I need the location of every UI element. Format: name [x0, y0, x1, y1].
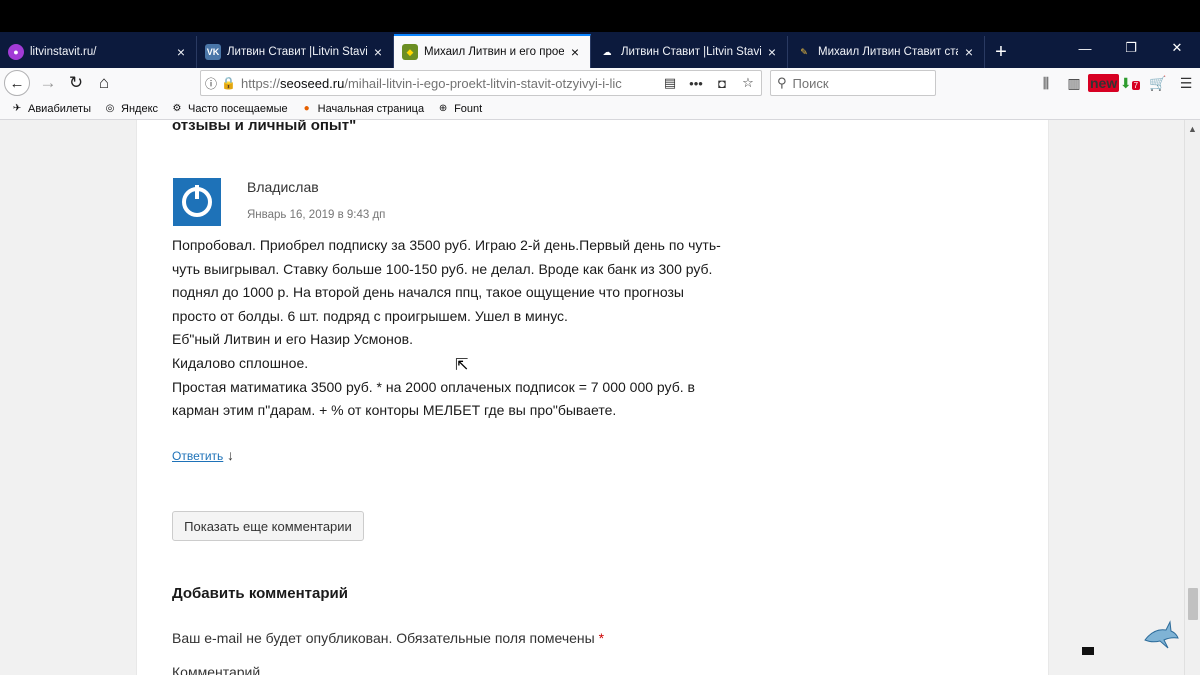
screen-top-border: [0, 0, 1200, 32]
comment-field-label: Комментарий: [172, 664, 261, 675]
article-content: отзывы и личный опыт" Владислав Январь 1…: [136, 120, 1049, 675]
search-icon: ⚲: [777, 75, 787, 90]
scroll-up-icon[interactable]: ▲: [1188, 124, 1197, 134]
section-heading: отзывы и личный опыт": [172, 120, 357, 134]
comment-body: Попробовал. Приобрел подписку за 3500 ру…: [172, 234, 732, 423]
bookmarks-toolbar: ✈ Авиабилеты ◎ Яндекс ⚙ Часто посещаемые…: [0, 98, 1200, 120]
url-text[interactable]: https://seoseed.ru/mihail-litvin-i-ego-p…: [237, 76, 657, 91]
comment-author: Владислав: [247, 179, 319, 195]
close-tab-icon[interactable]: ×: [765, 44, 779, 60]
tab-seoseed-active[interactable]: ◆ Михаил Литвин и его проект « ×: [394, 34, 591, 68]
close-tab-icon[interactable]: ×: [568, 44, 582, 60]
tab-title: Михаил Литвин и его проект «: [424, 46, 564, 58]
scrollbar-thumb[interactable]: [1188, 588, 1198, 620]
comment-line: Еб"ный Литвин и его Назир Усмонов.: [172, 331, 413, 348]
address-bar[interactable]: ⓘ 🔒 https://seoseed.ru/mihail-litvin-i-e…: [200, 70, 762, 96]
tab-title: Литвин Ставит |Litvin Stavit| Пр: [621, 46, 761, 58]
litvinstavit-favicon: ●: [8, 44, 24, 60]
bookmark-yandex[interactable]: ◎ Яндекс: [103, 102, 158, 116]
pen-favicon: ✎: [800, 46, 808, 57]
menu-icon[interactable]: ☰: [1172, 75, 1200, 92]
bookmark-fount[interactable]: ⊕ Fount: [436, 102, 482, 116]
avatar: [173, 178, 221, 226]
forward-button[interactable]: →: [34, 69, 62, 97]
bookmark-most-visited[interactable]: ⚙ Часто посещаемые: [170, 102, 288, 116]
reply-link[interactable]: Ответить: [172, 449, 223, 463]
cart-icon[interactable]: 🛒: [1144, 75, 1172, 92]
comment-line: Простая матиматика 3500 руб. * на 2000 о…: [172, 378, 695, 395]
page-viewport: отзывы и личный опыт" Владислав Январь 1…: [0, 120, 1184, 675]
library-icon[interactable]: ⫼: [1032, 75, 1060, 92]
close-window-icon[interactable]: ✕: [1154, 40, 1200, 56]
reply-arrow-icon: ↓: [227, 447, 234, 463]
window-controls: — ❐ ✕: [1062, 32, 1200, 64]
lock-icon[interactable]: 🔒: [221, 76, 237, 90]
search-bar[interactable]: ⚲ Поиск: [770, 70, 936, 96]
required-asterisk: *: [598, 630, 605, 646]
gear-icon: ⚙: [172, 103, 182, 114]
close-tab-icon[interactable]: ×: [174, 44, 188, 60]
comment-line: карман этим п"дарам. + % от конторы МЕЛБ…: [172, 402, 617, 419]
add-comment-heading: Добавить комментарий: [172, 585, 348, 602]
shark-logo-icon: [1144, 620, 1179, 649]
tab-title: Михаил Литвин Ставит ставки: [818, 46, 958, 58]
tab-strip: ● litvinstavit.ru/ × VK Литвин Ставит |L…: [0, 32, 1200, 68]
minimize-icon[interactable]: —: [1062, 41, 1108, 56]
overlay-marker: [1082, 647, 1094, 655]
sidebar-icon[interactable]: ▥: [1060, 75, 1088, 92]
bookmark-aviabilety[interactable]: ✈ Авиабилеты: [10, 102, 91, 116]
shield-favicon: ◆: [402, 44, 418, 60]
tab-stavki[interactable]: ✎ Михаил Литвин Ставит ставки ×: [788, 36, 985, 68]
bookmark-start-page[interactable]: ● Начальная страница: [300, 102, 424, 116]
comment-line: просто от болды. 6 шт. подряд с проигрыш…: [172, 307, 568, 324]
comment-line: чуть выигрывал. Ставку больше 100-150 ру…: [172, 260, 713, 277]
firefox-icon: ●: [303, 103, 310, 114]
comment-line: Попробовал. Приобрел подписку за 3500 ру…: [172, 237, 721, 253]
close-tab-icon[interactable]: ×: [371, 44, 385, 60]
tab-title: litvinstavit.ru/: [30, 46, 97, 58]
tab-title: Литвин Ставит |Litvin Stavit| Пр: [227, 46, 367, 58]
tab-vk-litvin[interactable]: VK Литвин Ставит |Litvin Stavit| Пр ×: [197, 36, 394, 68]
restore-icon[interactable]: ❐: [1108, 40, 1154, 56]
tab-litvinstavit[interactable]: ● litvinstavit.ru/ ×: [0, 36, 197, 68]
new-extension-icon[interactable]: new: [1088, 74, 1120, 92]
vertical-scrollbar[interactable]: ▲: [1184, 120, 1200, 675]
bookmark-star-icon[interactable]: ☆: [735, 75, 761, 91]
info-icon[interactable]: ⓘ: [201, 75, 221, 92]
reader-view-icon[interactable]: ▤: [657, 75, 683, 91]
globe-icon: ⊕: [438, 103, 448, 114]
tab-litvin-stavit[interactable]: ☁ Литвин Ставит |Litvin Stavit| Пр ×: [591, 36, 788, 68]
more-actions-icon[interactable]: •••: [683, 76, 709, 91]
navigation-toolbar: ← → ↻ ⌂ ⓘ 🔒 https://seoseed.ru/mihail-li…: [0, 68, 1200, 98]
comment-date[interactable]: Январь 16, 2019 в 9:43 дп: [247, 209, 385, 221]
vk-icon: VK: [205, 44, 221, 60]
home-button[interactable]: ⌂: [90, 69, 118, 97]
search-placeholder: Поиск: [792, 75, 829, 91]
comment-line: поднял до 1000 р. На второй день начался…: [172, 284, 684, 301]
new-tab-button[interactable]: +: [985, 36, 1017, 68]
pocket-icon[interactable]: ◘: [709, 76, 735, 91]
back-button[interactable]: ←: [4, 70, 30, 96]
yandex-icon: ◎: [105, 103, 115, 114]
cloud-favicon: ☁: [602, 46, 612, 57]
close-tab-icon[interactable]: ×: [962, 44, 976, 60]
mouse-cursor-icon: ⇱: [455, 357, 469, 374]
comment-line: Кидалово сплошное.: [172, 354, 309, 371]
download-extension-icon[interactable]: ⬇ 7: [1116, 75, 1144, 92]
toolbar-right-icons: ⫼ ▥ new ⬇ 7 🛒 ☰: [1032, 68, 1200, 98]
folder-icon: ✈: [12, 103, 22, 114]
reload-button[interactable]: ↻: [62, 69, 90, 97]
email-notice: Ваш e-mail не будет опубликован. Обязате…: [172, 630, 605, 646]
avatar-power-icon: [182, 185, 212, 217]
show-more-comments-button[interactable]: Показать еще комментарии: [172, 511, 364, 541]
